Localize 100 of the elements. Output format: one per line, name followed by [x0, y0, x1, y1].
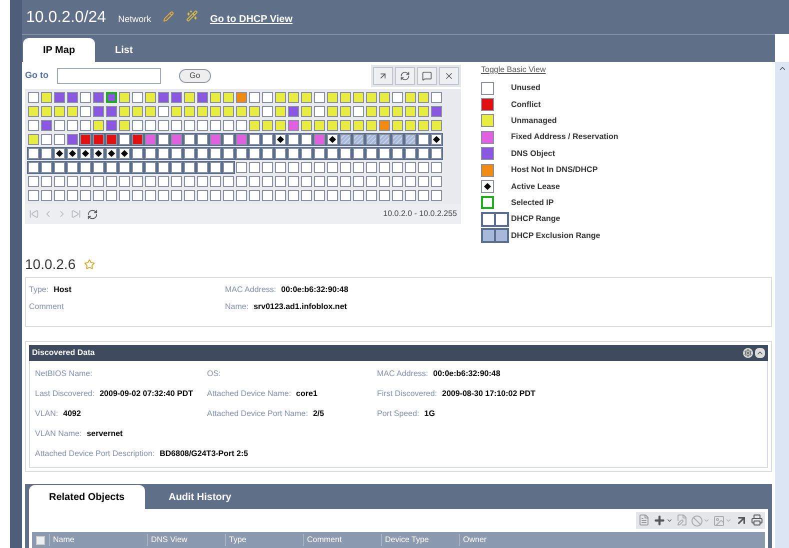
unused-cell[interactable] [132, 148, 143, 159]
unused-cell[interactable] [431, 162, 442, 173]
exclusion-cell[interactable] [405, 134, 416, 145]
unused-cell[interactable] [41, 190, 52, 201]
unmanaged-cell[interactable] [418, 106, 429, 117]
unmanaged-cell[interactable] [418, 120, 429, 131]
unmanaged-cell[interactable] [119, 92, 130, 103]
unused-cell[interactable] [158, 106, 169, 117]
unused-cell[interactable] [288, 134, 299, 145]
unused-cell[interactable] [418, 176, 429, 187]
unmanaged-cell[interactable] [327, 106, 338, 117]
unused-cell[interactable] [197, 190, 208, 201]
fixed-address-cell[interactable] [314, 134, 325, 145]
unmanaged-cell[interactable] [405, 106, 416, 117]
unused-cell[interactable] [379, 190, 390, 201]
unused-cell[interactable] [80, 176, 91, 187]
unused-cell[interactable] [158, 148, 169, 159]
unused-cell[interactable] [197, 148, 208, 159]
unmanaged-cell[interactable] [327, 120, 338, 131]
tab[interactable]: List [95, 38, 153, 62]
select-all-checkbox[interactable] [36, 536, 45, 544]
unused-cell[interactable] [54, 162, 65, 173]
unused-cell[interactable] [301, 190, 312, 201]
unused-cell[interactable] [80, 92, 91, 103]
exclusion-cell[interactable] [379, 134, 390, 145]
unused-cell[interactable] [431, 92, 442, 103]
unused-cell[interactable] [158, 190, 169, 201]
dns-object-cell[interactable] [67, 134, 78, 145]
unused-cell[interactable] [171, 176, 182, 187]
unmanaged-cell[interactable] [262, 120, 273, 131]
unmanaged-cell[interactable] [431, 120, 442, 131]
unmanaged-cell[interactable] [275, 92, 286, 103]
unused-cell[interactable] [41, 148, 52, 159]
block-icon[interactable] [691, 514, 710, 527]
unused-cell[interactable] [392, 92, 403, 103]
unused-cell[interactable] [119, 176, 130, 187]
unused-cell[interactable] [80, 106, 91, 117]
unused-cell[interactable] [314, 106, 325, 117]
pencil-icon[interactable] [163, 11, 174, 22]
unused-cell[interactable] [366, 190, 377, 201]
unused-cell[interactable] [392, 148, 403, 159]
unused-cell[interactable] [431, 148, 442, 159]
fixed-address-cell[interactable] [236, 134, 247, 145]
dns-object-cell[interactable] [158, 92, 169, 103]
unused-cell[interactable] [418, 162, 429, 173]
unused-cell[interactable] [340, 176, 351, 187]
unmanaged-cell[interactable] [301, 120, 312, 131]
unused-cell[interactable] [314, 92, 325, 103]
active-lease-cell[interactable] [431, 134, 442, 145]
unused-cell[interactable] [262, 106, 273, 117]
unused-cell[interactable] [353, 148, 364, 159]
host-cell[interactable] [379, 120, 390, 131]
fixed-address-cell[interactable] [145, 134, 156, 145]
tab[interactable]: Related Objects [29, 485, 145, 509]
comment-icon[interactable] [417, 67, 437, 85]
unused-cell[interactable] [54, 120, 65, 131]
unused-cell[interactable] [184, 176, 195, 187]
unused-cell[interactable] [314, 148, 325, 159]
unused-cell[interactable] [197, 120, 208, 131]
unused-cell[interactable] [327, 162, 338, 173]
unused-cell[interactable] [158, 162, 169, 173]
unmanaged-cell[interactable] [379, 92, 390, 103]
unused-cell[interactable] [184, 148, 195, 159]
first-page-icon[interactable] [29, 209, 39, 219]
unused-cell[interactable] [288, 148, 299, 159]
unused-cell[interactable] [392, 176, 403, 187]
unused-cell[interactable] [288, 190, 299, 201]
unused-cell[interactable] [158, 134, 169, 145]
unused-cell[interactable] [418, 148, 429, 159]
unused-cell[interactable] [366, 176, 377, 187]
unused-cell[interactable] [28, 148, 39, 159]
dns-object-cell[interactable] [106, 106, 117, 117]
unmanaged-cell[interactable] [184, 92, 195, 103]
exclusion-cell[interactable] [366, 134, 377, 145]
unused-cell[interactable] [431, 176, 442, 187]
unused-cell[interactable] [171, 162, 182, 173]
unused-cell[interactable] [353, 162, 364, 173]
unused-cell[interactable] [132, 176, 143, 187]
unused-cell[interactable] [379, 162, 390, 173]
goto-field[interactable] [56, 68, 160, 84]
unmanaged-cell[interactable] [41, 106, 52, 117]
unused-cell[interactable] [197, 162, 208, 173]
unmanaged-cell[interactable] [379, 106, 390, 117]
edit-icon[interactable] [676, 514, 688, 526]
unmanaged-cell[interactable] [288, 92, 299, 103]
unused-cell[interactable] [184, 190, 195, 201]
unused-cell[interactable] [353, 176, 364, 187]
dns-object-cell[interactable] [171, 92, 182, 103]
unused-cell[interactable] [379, 148, 390, 159]
unused-cell[interactable] [236, 190, 247, 201]
unused-cell[interactable] [236, 148, 247, 159]
unused-cell[interactable] [171, 120, 182, 131]
dns-object-cell[interactable] [288, 106, 299, 117]
unused-cell[interactable] [210, 162, 221, 173]
unmanaged-cell[interactable] [392, 106, 403, 117]
unused-cell[interactable] [145, 162, 156, 173]
unmanaged-cell[interactable] [119, 120, 130, 131]
column-header[interactable]: Name [49, 534, 147, 546]
close-icon[interactable] [439, 67, 459, 85]
unused-cell[interactable] [314, 162, 325, 173]
